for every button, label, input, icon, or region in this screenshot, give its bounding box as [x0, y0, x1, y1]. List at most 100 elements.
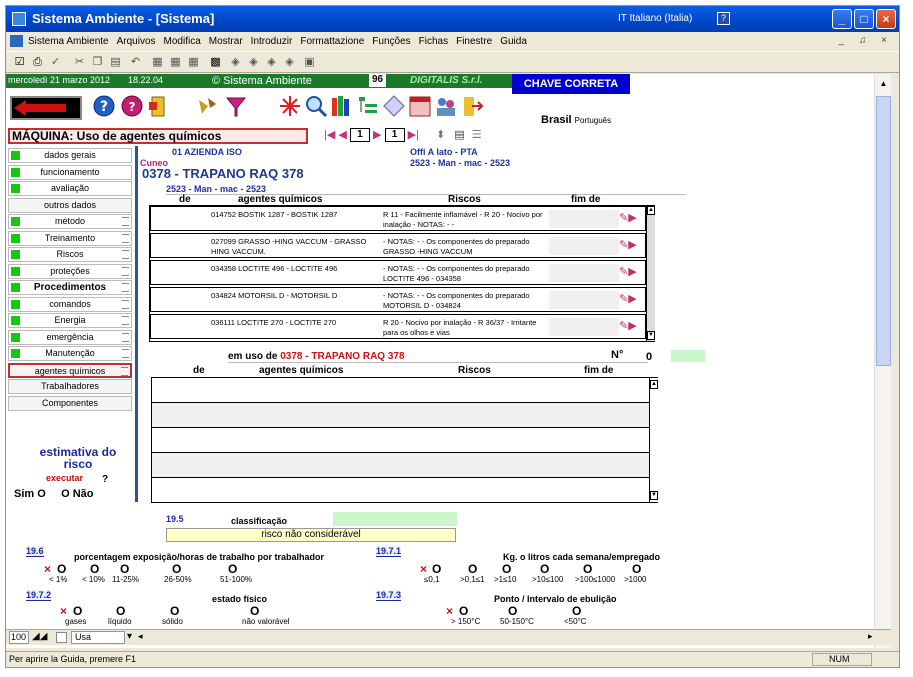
sidebar-item[interactable]: proteções [8, 263, 132, 279]
number-field[interactable] [671, 350, 705, 362]
save-icon[interactable]: ▤ [454, 129, 464, 141]
undo-icon[interactable]: ↶ [128, 55, 143, 70]
table-row[interactable]: 034358 LOCTITE 496 - LOCTITE 496 - NOTAS:… [150, 260, 646, 285]
scroll-right-icon[interactable]: ▸ [868, 631, 873, 642]
sidebar-item[interactable]: emergência [8, 329, 132, 345]
radio-option[interactable]: O [468, 562, 477, 576]
classification-field[interactable] [333, 512, 457, 526]
radio-option[interactable]: O [172, 562, 181, 576]
help-indicator-icon[interactable]: ? [717, 12, 730, 25]
menu-item[interactable]: Guida [500, 36, 527, 47]
first-record-button[interactable]: |◀ [324, 129, 335, 141]
radio-option[interactable]: O [170, 604, 179, 618]
main-vertical-scrollbar[interactable]: ▲ ▼ [874, 74, 891, 648]
menu-item[interactable]: Finestre [456, 36, 492, 47]
menu-item[interactable]: Formattazione [300, 36, 364, 47]
report-icon[interactable]: ▦ [168, 55, 183, 70]
menu-item[interactable]: Introduzir [251, 36, 293, 47]
info-icon[interactable]: ? [120, 94, 144, 118]
scroll-left-icon[interactable]: ◂ [138, 631, 148, 644]
radio-option[interactable]: O [73, 604, 82, 618]
radio-option[interactable]: O [120, 562, 129, 576]
table-row[interactable]: 036111 LOCTITE 270 - LOCTITE 270 R 20 - N… [150, 314, 646, 339]
last-record-button[interactable]: ▶| [408, 129, 419, 141]
table-row[interactable]: 014752 BOSTIK 1287 - BOSTIK 1287 R 11 - F… [150, 206, 646, 231]
sidebar-item[interactable]: comandos [8, 296, 132, 312]
edit-icon[interactable]: ✎▶ [619, 238, 637, 251]
edit-icon[interactable]: ✎▶ [619, 292, 637, 305]
sidebar-item[interactable]: Energia [8, 313, 132, 328]
radio-option[interactable]: O [459, 604, 468, 618]
sidebar-item[interactable]: Trabalhadores [8, 379, 132, 394]
table-row[interactable]: 027099 GRASSO -HING VACCUM - GRASSO HING… [150, 233, 646, 258]
sidebar-item[interactable]: Procedimentos [8, 280, 132, 295]
record-number-1[interactable]: 1 [349, 128, 370, 143]
sidebar-item[interactable]: agentes químicos [8, 362, 132, 378]
language-selector[interactable]: Brasil Português [541, 114, 611, 126]
list-icon[interactable]: ☰ [472, 129, 482, 141]
tools-icon[interactable] [196, 94, 220, 118]
radio-option[interactable]: O [250, 604, 259, 618]
sidebar-item[interactable]: avaliação [8, 181, 132, 196]
tool-icon-2[interactable]: ◈ [246, 55, 261, 70]
end-date-cell[interactable] [549, 291, 619, 309]
table-row[interactable] [152, 453, 649, 478]
calendar-icon[interactable] [408, 94, 432, 118]
menu-item[interactable]: Sistema Ambiente [28, 36, 109, 47]
end-date-cell[interactable] [549, 210, 619, 228]
radio-option[interactable]: O [502, 562, 511, 576]
tool-icon-1[interactable]: ◈ [228, 55, 243, 70]
radio-option[interactable]: O [583, 562, 592, 576]
radio-option[interactable]: O [540, 562, 549, 576]
radio-sim[interactable]: O [37, 488, 46, 500]
radio-option[interactable]: O [432, 562, 441, 576]
maximize-button[interactable]: □ [854, 9, 874, 29]
edit-icon[interactable]: ✎▶ [619, 211, 637, 224]
radio-nao[interactable]: O [61, 488, 70, 500]
table-icon[interactable]: ▦ [186, 55, 201, 70]
form-icon[interactable]: ▦ [150, 55, 165, 70]
back-arrow-button[interactable] [10, 96, 82, 120]
sidebar-item[interactable]: Componentes [8, 395, 132, 411]
radio-option[interactable]: O [116, 604, 125, 618]
record-number-2[interactable]: 1 [384, 128, 405, 143]
mdi-controls[interactable]: _ ♫ × [839, 35, 893, 46]
list-tree-icon[interactable] [356, 94, 380, 118]
menu-item[interactable]: Fichas [419, 36, 448, 47]
books-icon[interactable] [330, 94, 354, 118]
spellcheck-icon[interactable]: ✓ [48, 55, 63, 70]
radio-option[interactable]: O [508, 604, 517, 618]
menu-item[interactable]: Modifica [164, 36, 201, 47]
table-row[interactable] [152, 428, 649, 453]
table-row[interactable] [152, 403, 649, 428]
funnel-icon[interactable] [224, 94, 248, 118]
radio-option[interactable]: O [90, 562, 99, 576]
sidebar-item[interactable]: Treinamento [8, 230, 132, 246]
asterisk-icon[interactable] [278, 94, 302, 118]
copy-icon[interactable]: ❐ [90, 55, 105, 70]
users-icon[interactable] [434, 94, 458, 118]
tool-icon-4[interactable]: ◈ [282, 55, 297, 70]
radio-option[interactable]: O [632, 562, 641, 576]
table-row[interactable]: 034824 MOTORSIL D - MOTORSIL D - NOTAS: -… [150, 287, 646, 312]
sidebar-item[interactable]: Riscos [8, 247, 132, 262]
paste-icon[interactable]: ▤ [108, 55, 123, 70]
sidebar-item[interactable]: Manutenção [8, 346, 132, 361]
sidebar-item[interactable]: outros dados [8, 197, 132, 213]
radio-option[interactable]: O [228, 562, 237, 576]
zoom-field[interactable]: 100 [9, 631, 29, 644]
edit-icon[interactable]: ✎▶ [619, 319, 637, 332]
end-date-cell[interactable] [549, 318, 619, 336]
grid-icon[interactable]: ▩ [208, 55, 223, 70]
edit-icon[interactable]: ✎▶ [619, 265, 637, 278]
radio-option[interactable]: O [57, 562, 66, 576]
sidebar-item[interactable]: método [8, 214, 132, 229]
sidebar-item[interactable]: funcionamento [8, 164, 132, 180]
chevron-down-icon[interactable]: ▾ [127, 631, 132, 642]
search-icon[interactable] [304, 94, 328, 118]
view-select[interactable]: Usa [71, 631, 125, 644]
title-bar[interactable]: Sistema Ambiente - [Sistema] IT Italiano… [6, 6, 899, 32]
table-row[interactable] [152, 378, 649, 403]
cut-icon[interactable]: ✂ [72, 55, 87, 70]
menu-item[interactable]: Arquivos [117, 36, 156, 47]
